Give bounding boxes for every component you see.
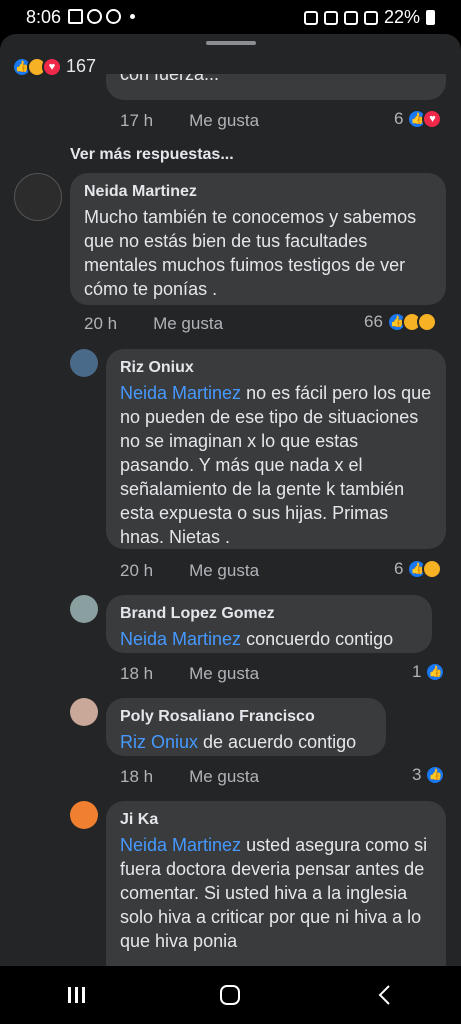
battery-percent: 22% — [383, 7, 420, 27]
battery-icon — [426, 10, 435, 25]
comment-author[interactable]: Poly Rosaliano Francisco — [120, 708, 372, 726]
reaction-badge[interactable]: 66 👍 — [364, 312, 437, 332]
mute-icon — [323, 10, 338, 25]
comment-body: no es fácil pero los que no pueden de es… — [120, 383, 432, 547]
comment-body: concuerdo contigo — [241, 629, 394, 649]
comment-meta: 18 h Me gusta — [120, 664, 259, 684]
love-icon: ♥ — [42, 56, 62, 77]
comments-sheet: 👍 ♥ 167 con fuerza... 17 h Me gusta 6 👍 … — [0, 34, 461, 966]
like-button[interactable]: Me gusta — [153, 314, 223, 334]
comment-time: 18 h — [120, 767, 154, 786]
reaction-badge[interactable]: 6 👍 — [394, 559, 443, 579]
comment-author[interactable]: Neida Martinez — [84, 183, 432, 201]
comment-bubble[interactable]: Poly Rosaliano Francisco Riz Oniux de ac… — [106, 698, 386, 756]
mention-link[interactable]: Neida Martinez — [120, 835, 241, 855]
notification-icons — [68, 9, 135, 24]
comment-bubble[interactable]: Riz Oniux Neida Martinez no es fácil per… — [106, 349, 446, 549]
comment-text: Neida Martinez no es fácil pero los que … — [120, 381, 432, 549]
reaction-badge[interactable]: 3 👍 — [412, 765, 446, 785]
comment-body: de acuerdo contigo — [198, 732, 357, 752]
avatar[interactable] — [70, 801, 98, 829]
reaction-number: 1 — [412, 662, 422, 681]
home-button[interactable] — [210, 975, 250, 1015]
comment-time: 20 h — [120, 561, 154, 580]
comment-bubble[interactable]: Neida Martinez Mucho también te conocemo… — [70, 173, 446, 305]
reaction-badge[interactable]: 6 👍 ♥ — [394, 109, 443, 129]
reaction-number: 6 — [394, 109, 404, 128]
recent-apps-button[interactable] — [57, 975, 97, 1015]
gallery-icon — [68, 9, 83, 24]
comment-text: Mucho también te conocemos y sabemos que… — [84, 207, 417, 299]
drag-handle[interactable] — [206, 41, 256, 45]
like-button[interactable]: Me gusta — [189, 561, 259, 581]
avatar[interactable] — [70, 698, 98, 726]
love-icon: ♥ — [422, 109, 443, 129]
comment-bubble-partial[interactable]: con fuerza... — [106, 74, 446, 100]
messenger-icon — [87, 9, 102, 24]
comment-time: 17 h — [120, 111, 154, 130]
reaction-count: 167 — [66, 56, 97, 76]
alarm-icon — [303, 10, 318, 25]
wifi-icon — [343, 10, 358, 25]
avatar[interactable] — [70, 349, 98, 377]
comment-bubble[interactable]: Brand Lopez Gomez Neida Martinez concuer… — [106, 595, 432, 653]
comment-meta: 18 h Me gusta — [120, 767, 259, 787]
reaction-number: 6 — [394, 559, 404, 578]
haha-icon — [422, 559, 443, 579]
status-bar: 8:06 22% — [0, 0, 461, 34]
clock: 8:06 — [26, 7, 62, 27]
avatar[interactable] — [70, 595, 98, 623]
signal-icon — [363, 10, 378, 25]
reaction-badge[interactable]: 1 👍 — [412, 662, 446, 682]
wow-icon — [416, 312, 437, 332]
back-button[interactable] — [364, 975, 404, 1015]
see-more-replies-link[interactable]: Ver más respuestas... — [70, 146, 234, 164]
reactions-summary[interactable]: 👍 ♥ 167 — [12, 56, 96, 77]
like-button[interactable]: Me gusta — [189, 664, 259, 684]
back-icon — [378, 985, 390, 1005]
comment-author[interactable]: Brand Lopez Gomez — [120, 605, 418, 623]
comment-author[interactable]: Riz Oniux — [120, 359, 432, 377]
system-nav-bar — [0, 966, 461, 1024]
comment-text: con fuerza... — [120, 74, 220, 84]
reaction-number: 66 — [364, 312, 383, 331]
comment-meta: 20 h Me gusta — [120, 561, 259, 581]
like-icon: 👍 — [425, 662, 446, 682]
status-right: 22% — [303, 7, 435, 28]
reaction-number: 3 — [412, 765, 422, 784]
home-icon — [220, 985, 241, 1005]
comment-time: 20 h — [84, 314, 118, 333]
messenger-icon-2 — [106, 9, 121, 24]
comment-meta: 20 h Me gusta — [84, 314, 223, 334]
comment-bubble[interactable]: Ji Ka Neida Martinez usted asegura como … — [106, 801, 446, 966]
like-icon: 👍 — [425, 765, 446, 785]
comment-meta: 17 h Me gusta — [120, 111, 259, 131]
comment-author[interactable]: Ji Ka — [120, 811, 432, 829]
comment-text: Neida Martinez concuerdo contigo — [120, 627, 418, 651]
mention-link[interactable]: Riz Oniux — [120, 732, 198, 752]
mention-link[interactable]: Neida Martinez — [120, 383, 241, 403]
comment-text: Riz Oniux de acuerdo contigo — [120, 730, 372, 754]
recent-apps-icon — [67, 987, 85, 1003]
mention-link[interactable]: Neida Martinez — [120, 629, 241, 649]
comment-text: Neida Martinez usted asegura como si fue… — [120, 833, 432, 953]
like-button[interactable]: Me gusta — [189, 767, 259, 787]
comment-time: 18 h — [120, 664, 154, 683]
avatar[interactable] — [14, 173, 62, 221]
like-button[interactable]: Me gusta — [189, 111, 259, 131]
more-notifications-icon — [130, 14, 135, 19]
